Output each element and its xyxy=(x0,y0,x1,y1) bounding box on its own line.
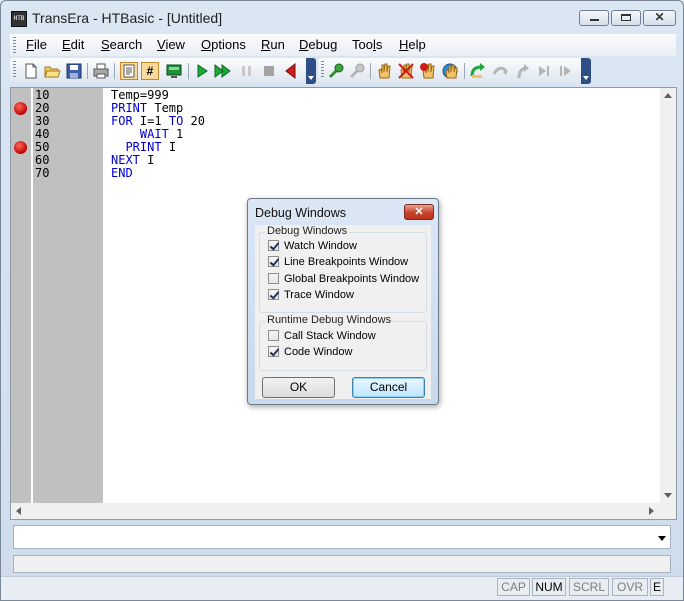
status-scrl: SCRL xyxy=(569,578,609,596)
toolbar-separator xyxy=(188,63,189,79)
step-back-icon[interactable] xyxy=(282,62,300,80)
toolbar-separator xyxy=(464,63,465,79)
print-icon[interactable] xyxy=(92,62,110,80)
menu-debug[interactable]: Debug xyxy=(299,37,337,52)
continue-icon[interactable] xyxy=(214,62,232,80)
close-button[interactable]: ✕ xyxy=(643,10,676,26)
maximize-button[interactable] xyxy=(611,10,641,26)
menu-run[interactable]: Run xyxy=(261,37,285,52)
global-breakpoints-window-checkbox[interactable] xyxy=(268,273,279,284)
clear-breakpoints-icon[interactable] xyxy=(397,62,415,80)
trace-window-checkbox[interactable] xyxy=(268,289,279,300)
close-icon: ✕ xyxy=(654,10,665,24)
main-window: HTB TransEra - HTBasic - [Untitled] ✕ Fi… xyxy=(0,0,684,601)
debug-windows-group-label: Debug Windows xyxy=(265,225,350,237)
call-stack-window-label: Call Stack Window xyxy=(284,330,376,342)
scroll-left-arrow[interactable] xyxy=(16,507,21,515)
hand-breakpoint-icon[interactable] xyxy=(419,62,437,80)
pause-icon[interactable] xyxy=(238,62,256,80)
menu-view[interactable]: View xyxy=(157,37,185,52)
runtime-group-label: Runtime Debug Windows xyxy=(265,314,394,326)
global-breakpoints-window-label: Global Breakpoints Window xyxy=(284,273,420,285)
toolbar-separator xyxy=(114,63,115,79)
open-folder-icon[interactable] xyxy=(43,62,61,80)
dialog-title: Debug Windows xyxy=(255,206,347,220)
horizontal-scrollbar[interactable] xyxy=(11,503,660,519)
toolbar-overflow-button[interactable] xyxy=(306,58,316,84)
line-breakpoints-window-checkbox[interactable] xyxy=(268,256,279,267)
title-bar: HTB TransEra - HTBasic - [Untitled] ✕ xyxy=(1,1,683,33)
dialog-body: Debug Windows Runtime Debug Windows Watc… xyxy=(255,225,431,399)
maximize-icon xyxy=(621,14,631,21)
breakpoint-marker[interactable] xyxy=(14,141,27,154)
breakpoint-marker[interactable] xyxy=(14,102,27,115)
window-title: TransEra - HTBasic - [Untitled] xyxy=(32,10,223,26)
status-num: NUM xyxy=(532,578,566,596)
chevron-down-icon[interactable] xyxy=(658,536,666,541)
watch-window-checkbox[interactable] xyxy=(268,240,279,251)
toolbar-separator xyxy=(370,63,371,79)
line-number: 70 xyxy=(35,166,50,180)
status-bar: CAP NUM SCRL OVR E xyxy=(1,576,683,600)
step-end-icon[interactable] xyxy=(557,62,575,80)
menu-bar: File Edit Search View Options Run Debug … xyxy=(10,34,676,56)
toolbar-grip[interactable] xyxy=(321,61,324,77)
step-icon[interactable] xyxy=(535,62,553,80)
step-over-icon[interactable] xyxy=(491,62,509,80)
scroll-up-arrow[interactable] xyxy=(664,93,672,98)
debug-windows-dialog: Debug Windows ✕ Debug Windows Runtime De… xyxy=(247,198,439,405)
code-window-checkbox[interactable] xyxy=(268,346,279,357)
monitor-icon[interactable] xyxy=(165,62,183,80)
scrollbar-corner xyxy=(660,503,676,519)
menu-tools[interactable]: Tools xyxy=(352,37,382,52)
toolbar-separator xyxy=(87,63,88,79)
line-breakpoints-window-label: Line Breakpoints Window xyxy=(284,256,409,268)
toolbar-overflow-button[interactable] xyxy=(581,58,591,84)
call-stack-window-checkbox[interactable] xyxy=(268,330,279,341)
scroll-right-arrow[interactable] xyxy=(649,507,654,515)
main-toolbar: # xyxy=(10,58,316,84)
step-out-icon[interactable] xyxy=(513,62,531,80)
program-view-icon[interactable] xyxy=(120,62,138,80)
toolbar-grip[interactable] xyxy=(13,61,16,77)
message-line xyxy=(13,555,671,573)
tools-icon[interactable] xyxy=(327,62,345,80)
step-into-icon[interactable] xyxy=(469,62,487,80)
new-file-icon[interactable] xyxy=(22,62,40,80)
global-breakpoint-icon[interactable] xyxy=(441,62,459,80)
hand-icon[interactable] xyxy=(375,62,393,80)
run-icon[interactable] xyxy=(193,62,211,80)
stop-icon[interactable] xyxy=(260,62,278,80)
menu-options[interactable]: Options xyxy=(201,37,246,52)
code-line[interactable]: END xyxy=(111,167,133,180)
watch-window-label: Watch Window xyxy=(284,240,357,252)
vertical-scrollbar[interactable] xyxy=(660,88,676,503)
scroll-down-arrow[interactable] xyxy=(664,493,672,498)
command-line-input[interactable] xyxy=(13,525,671,549)
status-e: E xyxy=(650,578,664,596)
code-window-label: Code Window xyxy=(284,346,353,358)
menu-file[interactable]: File xyxy=(26,37,47,52)
tools-disabled-icon[interactable] xyxy=(348,62,366,80)
line-numbers-icon[interactable]: # xyxy=(141,62,159,80)
dialog-close-button[interactable]: ✕ xyxy=(404,204,434,220)
status-cap: CAP xyxy=(497,578,530,596)
ok-button[interactable]: OK xyxy=(262,377,335,398)
trace-window-label: Trace Window xyxy=(284,289,354,301)
menu-search[interactable]: Search xyxy=(101,37,142,52)
menu-help[interactable]: Help xyxy=(399,37,426,52)
debug-toolbar xyxy=(318,58,591,84)
cancel-button[interactable]: Cancel xyxy=(352,377,425,398)
menu-grip[interactable] xyxy=(13,37,16,53)
app-icon: HTB xyxy=(11,11,27,27)
status-ovr: OVR xyxy=(612,578,648,596)
minimize-icon xyxy=(590,19,599,21)
save-icon[interactable] xyxy=(65,62,83,80)
minimize-button[interactable] xyxy=(579,10,609,26)
menu-edit[interactable]: Edit xyxy=(62,37,84,52)
